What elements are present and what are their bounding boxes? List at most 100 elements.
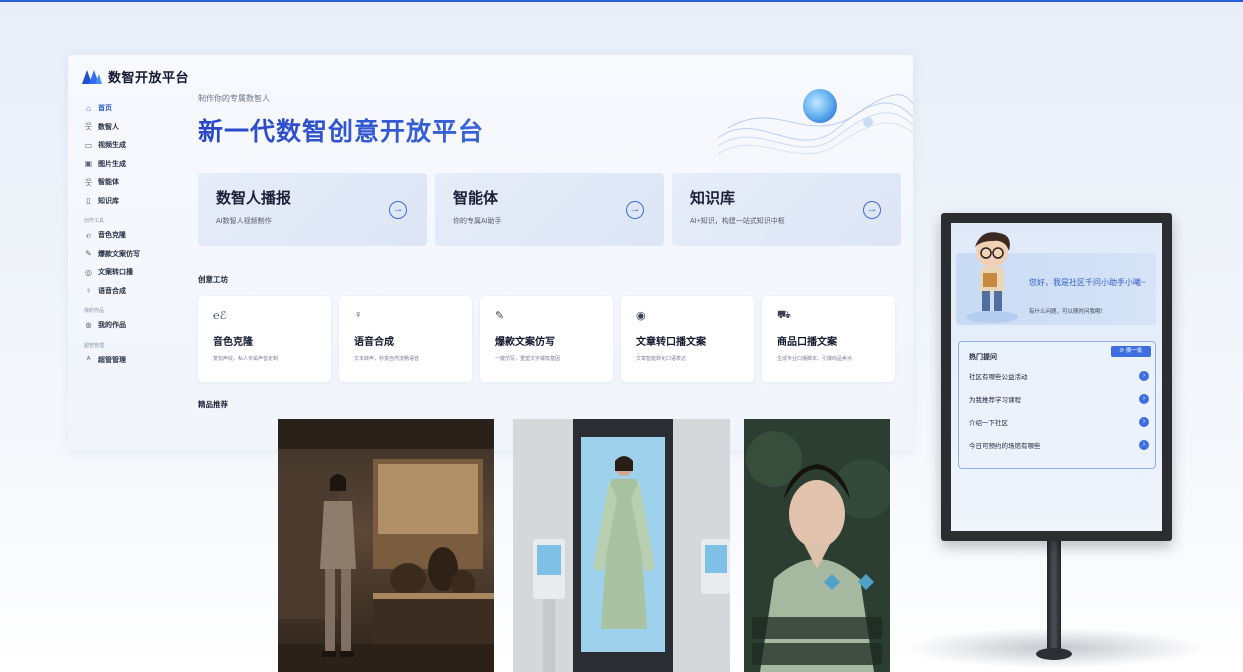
question-item[interactable]: 社区有哪些公益活动 › <box>969 368 1149 384</box>
book-icon: ▯ <box>86 196 91 206</box>
platform-app-window: 数智开放平台 ⌂ 首页 웃 数智人 ▭ 视频生成 ▣ 图片生成 웃 智能体 ▯ … <box>68 55 913 450</box>
person-icon: 웃 <box>84 122 93 132</box>
video-icon: ▭ <box>84 140 93 150</box>
cart-icon: ⛟ <box>777 309 791 321</box>
feature-card-agent[interactable]: 智能体 你的专属AI助手 → <box>435 173 664 246</box>
sidebar-group-admin: 超管管理 <box>84 342 105 349</box>
arrow-right-circle-icon[interactable]: → <box>863 201 881 219</box>
refresh-label: 换一批 <box>1125 348 1143 354</box>
assistant-greeting-subtext: 有什么问题，可以随时问我哦！ <box>1029 309 1107 315</box>
sidebar-item-image[interactable]: ▣ 图片生成 <box>84 155 174 174</box>
pen-icon: ✎ <box>495 310 505 322</box>
works-icon: ⊛ <box>85 320 92 330</box>
sidebar-item-script-convert[interactable]: ◎ 文案转口播 <box>84 263 174 282</box>
image-icon: ▣ <box>84 159 93 169</box>
logo-text: 数智开放平台 <box>108 70 190 85</box>
sidebar-item-knowledge[interactable]: ▯ 知识库 <box>84 192 174 211</box>
arrow-right-circle-icon[interactable]: → <box>389 201 407 219</box>
tool-title: 文章转口播文案 <box>636 337 706 348</box>
voice-clone-icon: ℮ <box>86 230 91 240</box>
sidebar-item-digital-human[interactable]: 웃 数智人 <box>84 118 174 137</box>
hologram-scene-illustration <box>513 419 730 672</box>
sidebar-item-speech-synthesis[interactable]: ♀ 语音合成 <box>84 282 174 301</box>
featured-photo-museum-guide[interactable] <box>278 419 494 672</box>
featured-photo-hanfu-avatar[interactable] <box>744 419 890 672</box>
sidebar-item-agent[interactable]: 웃 智能体 <box>84 173 174 192</box>
feature-card-knowledge[interactable]: 知识库 AI+知识，构建一站式知识中枢 → <box>672 173 901 246</box>
admin-icon: ᴬ <box>86 355 91 365</box>
tool-card-copywriting[interactable]: ✎ 爆款文案仿写 一键仿写，重塑文字爆款基因 <box>480 296 613 382</box>
tool-card-speech-synthesis[interactable]: ♀ 语音合成 文本转声，秒变自然流畅语音 <box>339 296 472 382</box>
arrow-right-circle-icon[interactable]: → <box>626 201 644 219</box>
sidebar-item-voice-clone[interactable]: ℮ 音色克隆 <box>84 226 174 245</box>
sidebar-item-label: 文案转口播 <box>98 269 133 277</box>
question-item[interactable]: 今日可预约的场馆有哪些 › <box>969 437 1149 453</box>
feature-card-digital-human[interactable]: 数智人播报 AI数智人视频制作 → <box>198 173 427 246</box>
mic-icon: ♀ <box>85 286 92 296</box>
question-text: 介绍一下社区 <box>969 420 1008 427</box>
kiosk-device: 您好，我是社区千问小助手小曦~ 有什么问题，可以随时问我哦！ 热门提问 ⟳ 换一… <box>941 213 1172 541</box>
hot-questions-title: 热门提问 <box>969 354 997 361</box>
sidebar-item-label: 首页 <box>98 105 112 113</box>
sidebar-group-works: 我的作品 <box>84 308 105 314</box>
tool-desc: 复刻声纹，私人专属声音定制 <box>213 356 279 362</box>
sidebar-item-admin[interactable]: ᴬ 超管管理 <box>84 351 174 370</box>
workshop-tools: ℮ℰ 音色克隆 复刻声纹，私人专属声音定制 ♀ 语音合成 文本转声，秒变自然流畅… <box>198 296 895 382</box>
tool-desc: 文本转声，秒变自然流畅语音 <box>354 356 420 362</box>
sidebar-item-label: 知识库 <box>98 197 119 205</box>
mic-icon: ♀ <box>354 309 363 321</box>
chevron-right-icon: › <box>1139 417 1149 427</box>
convert-icon: ◎ <box>85 267 92 277</box>
hero-wave-illustration <box>718 89 913 155</box>
tool-card-product-script[interactable]: ⛟ 商品口播文案 生成专业口播脚本，引爆商品卖点 <box>762 296 895 382</box>
featured-photo-hologram-display[interactable] <box>513 419 730 672</box>
home-icon: ⌂ <box>86 103 91 113</box>
sidebar-item-label: 爆款文案仿写 <box>98 250 140 258</box>
logo-mark-icon <box>82 69 102 84</box>
tool-title: 语音合成 <box>354 337 394 348</box>
feature-cards: 数智人播报 AI数智人视频制作 → 智能体 你的专属AI助手 → 知识库 AI+… <box>198 173 901 246</box>
tool-card-voice-clone[interactable]: ℮ℰ 音色克隆 复刻声纹，私人专属声音定制 <box>198 296 331 382</box>
convert-icon: ◉ <box>636 310 646 322</box>
kiosk-screen: 您好，我是社区千问小助手小曦~ 有什么问题，可以随时问我哦！ 热门提问 ⟳ 换一… <box>951 223 1162 531</box>
sidebar-item-label: 数智人 <box>98 123 119 131</box>
tool-title: 商品口播文案 <box>777 337 837 348</box>
hot-questions-panel: 热门提问 ⟳ 换一批 社区有哪些公益活动 › 为我推荐学习课程 › 介绍一下社区… <box>958 341 1156 469</box>
chevron-right-icon: › <box>1139 440 1149 450</box>
assistant-greeting-text: 您好，我是社区千问小助手小曦~ <box>1029 278 1146 287</box>
sidebar-item-label: 视频生成 <box>98 142 126 150</box>
kiosk-stand-pole <box>1047 541 1061 655</box>
chevron-right-icon: › <box>1139 371 1149 381</box>
tool-card-article-convert[interactable]: ◉ 文章转口播文案 文章智能转化口语表达 <box>621 296 754 382</box>
sidebar-item-label: 智能体 <box>98 179 119 187</box>
tool-title: 音色克隆 <box>213 337 253 348</box>
sidebar-nav: ⌂ 首页 웃 数智人 ▭ 视频生成 ▣ 图片生成 웃 智能体 ▯ 知识库 创作工… <box>84 99 174 369</box>
tool-desc: 文章智能转化口语表达 <box>636 356 687 362</box>
voice-clone-icon: ℮ℰ <box>213 310 227 322</box>
sidebar-item-copywriting[interactable]: ✎ 爆款文案仿写 <box>84 245 174 264</box>
museum-scene-illustration <box>278 419 494 672</box>
question-item[interactable]: 为我推荐学习课程 › <box>969 391 1149 407</box>
question-text: 社区有哪些公益活动 <box>969 374 1028 381</box>
hanfu-portrait-illustration <box>744 419 890 672</box>
featured-title: 精品推荐 <box>198 400 228 409</box>
pen-icon: ✎ <box>85 249 92 259</box>
sidebar-item-my-works[interactable]: ⊛ 我的作品 <box>84 316 174 335</box>
chevron-right-icon: › <box>1139 394 1149 404</box>
sidebar-item-label: 我的作品 <box>98 322 126 330</box>
sidebar-item-label: 语音合成 <box>98 287 126 295</box>
app-logo[interactable]: 数智开放平台 <box>82 67 189 86</box>
sidebar-item-label: 超管管理 <box>98 356 126 364</box>
sidebar-item-video[interactable]: ▭ 视频生成 <box>84 136 174 155</box>
kiosk-stand-base <box>1036 648 1072 660</box>
main-content: 制作你的专属数智人 新一代数智创意开放平台 数智人播报 AI数智人视频制作 → <box>198 89 913 409</box>
assistant-avatar <box>966 232 1018 323</box>
question-text: 今日可预约的场馆有哪些 <box>969 443 1041 450</box>
question-text: 为我推荐学习课程 <box>969 397 1021 404</box>
question-item[interactable]: 介绍一下社区 › <box>969 414 1149 430</box>
agent-icon: 웃 <box>84 177 93 187</box>
tool-desc: 一键仿写，重塑文字爆款基因 <box>495 356 561 362</box>
sidebar-item-home[interactable]: ⌂ 首页 <box>84 99 174 118</box>
workshop-title: 创意工坊 <box>198 275 228 284</box>
refresh-questions-button[interactable]: ⟳ 换一批 <box>1111 346 1151 357</box>
